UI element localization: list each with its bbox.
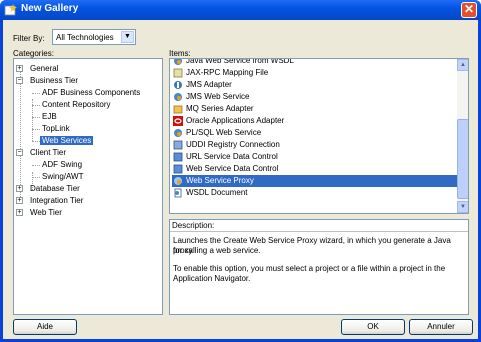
tree-node-toplink[interactable]: TopLink [40, 123, 72, 135]
item-label: JMS Adapter [186, 80, 232, 89]
tree-node-web-tier[interactable]: + Web Tier [16, 207, 64, 219]
collapse-icon[interactable]: − [16, 149, 23, 156]
xml-file-icon [173, 68, 183, 78]
tree-node-label: Client Tier [30, 148, 67, 157]
java-web-service-icon [174, 59, 182, 65]
tree-node-label: Web Tier [30, 208, 62, 217]
list-item[interactable]: Web Service Data Control [172, 163, 457, 175]
proxy-icon [174, 177, 182, 185]
collapse-icon[interactable]: − [16, 77, 23, 84]
web-service-icon [174, 93, 182, 101]
description-line: for calling a web service. [173, 246, 261, 255]
list-item[interactable]: JAX-RPC Mapping File [172, 67, 457, 79]
tree-node-business-tier[interactable]: − Business Tier [16, 75, 80, 87]
tree-node-label: Web Services [40, 136, 94, 145]
cancel-button[interactable]: Annuler [409, 319, 473, 335]
tree-node-label: EJB [42, 112, 57, 121]
description-label: Description: [170, 220, 468, 232]
categories-tree[interactable]: + General − Business Tier ADF Business C… [13, 58, 163, 315]
adapter-icon [174, 81, 182, 89]
tree-node-label: General [30, 64, 59, 73]
item-label: JAX-RPC Mapping File [186, 68, 269, 77]
items-label: Items: [169, 49, 191, 58]
item-label: Web Service Data Control [186, 164, 279, 173]
item-label: URL Service Data Control [186, 152, 278, 161]
item-label: Oracle Applications Adapter [186, 116, 285, 125]
expand-icon[interactable]: + [16, 197, 23, 204]
data-control-icon [173, 152, 183, 162]
tree-node-client-tier[interactable]: − Client Tier [16, 147, 68, 159]
filter-label: Filter By: [13, 34, 45, 43]
web-service-icon [174, 129, 182, 137]
tree-node-label: Swing/AWT [42, 172, 84, 181]
help-button[interactable]: Aide [13, 319, 77, 335]
tree-node-adf-business-components[interactable]: ADF Business Components [40, 87, 142, 99]
tree-node-label: ADF Business Components [42, 88, 141, 97]
tree-node-general[interactable]: + General [16, 63, 60, 75]
item-label: Web Service Proxy [186, 176, 254, 185]
oracle-icon [173, 116, 183, 126]
list-item[interactable]: JMS Adapter [172, 79, 457, 91]
tree-node-integration-tier[interactable]: + Integration Tier [16, 195, 85, 207]
expand-icon[interactable]: + [16, 209, 23, 216]
connection-icon [173, 140, 183, 150]
tree-node-label: Database Tier [30, 184, 80, 193]
list-item[interactable]: PL/SQL Web Service [172, 127, 457, 139]
tree-node-label: Content Repository [42, 100, 111, 109]
list-item[interactable]: URL Service Data Control [172, 151, 457, 163]
item-label: PL/SQL Web Service [186, 128, 262, 137]
expand-icon[interactable]: + [16, 185, 23, 192]
item-label: UDDI Registry Connection [186, 140, 280, 149]
item-label: MQ Series Adapter [186, 104, 254, 113]
filter-value: All Technologies [56, 33, 114, 42]
filter-select[interactable]: All Technologies ▼ [52, 29, 136, 45]
window-title: New Gallery [21, 3, 79, 14]
data-control-icon [173, 164, 183, 174]
tree-node-ejb[interactable]: EJB [40, 111, 59, 123]
tree-node-content-repository[interactable]: Content Repository [40, 99, 112, 111]
item-label: Java Web Service from WSDL [186, 58, 294, 65]
mq-adapter-icon [173, 105, 183, 114]
dialog-body: Filter By: All Technologies ▼ Categories… [3, 20, 478, 339]
list-item[interactable]: Oracle Applications Adapter [172, 115, 457, 127]
ok-button[interactable]: OK [341, 319, 405, 335]
list-item-selected[interactable]: Web Service Proxy [172, 175, 457, 187]
scroll-down-icon[interactable]: ▼ [457, 201, 468, 213]
items-scrollbar[interactable]: ▲ ▼ [457, 59, 468, 213]
description-line: Application Navigator. [173, 274, 251, 283]
list-item[interactable]: UDDI Registry Connection [172, 139, 457, 151]
scroll-up-icon[interactable]: ▲ [457, 59, 468, 71]
tree-node-label: Integration Tier [30, 196, 84, 205]
tree-node-label: Business Tier [30, 76, 79, 85]
dialog-window: New Gallery ✕ Filter By: All Technologie… [0, 0, 481, 342]
wsdl-document-icon [174, 188, 182, 198]
close-button[interactable]: ✕ [461, 2, 477, 18]
list-item[interactable]: WSDL Document [172, 187, 457, 199]
close-icon: ✕ [463, 2, 475, 16]
tree-node-database-tier[interactable]: + Database Tier [16, 183, 82, 195]
list-item[interactable]: MQ Series Adapter [172, 103, 457, 115]
tree-node-label: ADF Swing [42, 160, 83, 169]
tree-node-label: TopLink [42, 124, 70, 133]
title-bar[interactable]: New Gallery ✕ [0, 0, 481, 20]
tree-node-web-services[interactable]: Web Services [40, 135, 94, 147]
items-list[interactable]: Java Web Service from WSDL JAX-RPC Mappi… [169, 58, 469, 214]
item-label: WSDL Document [186, 188, 248, 197]
list-item[interactable]: JMS Web Service [172, 91, 457, 103]
description-line: To enable this option, you must select a… [173, 264, 446, 273]
expand-icon[interactable]: + [16, 65, 23, 72]
description-panel: Description: Launches the Create Web Ser… [169, 219, 469, 315]
item-label: JMS Web Service [186, 92, 250, 101]
chevron-down-icon[interactable]: ▼ [121, 31, 134, 43]
tree-node-adf-swing[interactable]: ADF Swing [40, 159, 84, 171]
categories-label: Categories: [13, 49, 54, 58]
scrollbar-thumb[interactable] [457, 119, 468, 199]
list-item[interactable]: Java Web Service from WSDL [172, 58, 457, 67]
tree-node-swing-awt[interactable]: Swing/AWT [40, 171, 86, 183]
gallery-icon [4, 4, 17, 16]
